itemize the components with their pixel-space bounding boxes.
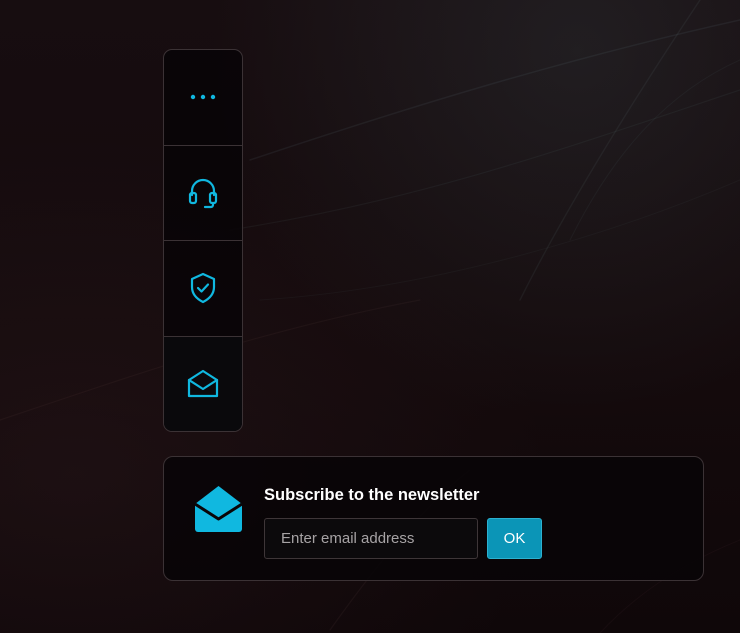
support-button[interactable] <box>164 146 242 241</box>
envelope-open-icon <box>186 368 220 400</box>
ok-button[interactable]: OK <box>487 518 542 559</box>
security-button[interactable] <box>164 241 242 337</box>
more-options-button[interactable] <box>164 50 242 146</box>
newsletter-title: Subscribe to the newsletter <box>264 486 480 504</box>
shield-check-icon <box>189 272 217 304</box>
newsletter-card: Subscribe to the newsletter OK <box>163 456 704 581</box>
email-input[interactable] <box>264 518 478 559</box>
envelope-open-icon <box>193 484 244 539</box>
headset-icon <box>188 176 218 210</box>
newsletter-button[interactable] <box>164 336 242 431</box>
side-toolbar <box>163 49 243 432</box>
more-dots-icon <box>189 93 217 101</box>
